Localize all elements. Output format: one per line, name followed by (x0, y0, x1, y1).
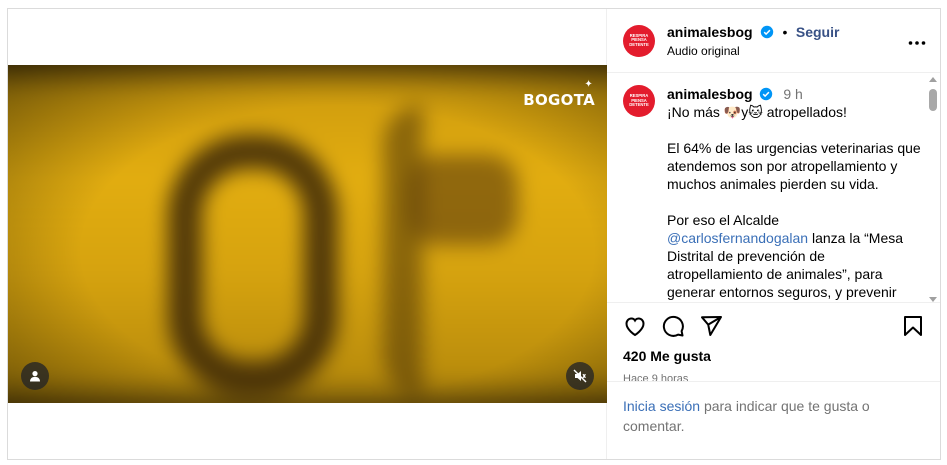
more-horizontal-icon[interactable] (908, 30, 926, 51)
verified-badge-icon (760, 25, 774, 38)
caption-scrollbar[interactable] (928, 77, 938, 302)
scroll-up-arrow-icon[interactable] (929, 77, 937, 82)
follow-button[interactable]: Seguir (796, 24, 840, 40)
caption-time[interactable]: 9 h (783, 86, 802, 102)
scroll-down-arrow-icon[interactable] (929, 297, 937, 302)
muted-speaker-icon[interactable] (566, 362, 594, 390)
caption-avatar-text: RESPIRA PIENSA DETENTE (629, 93, 649, 108)
instagram-post: BOGOTA ✦ RESPIRA PIENSA DETENTE animalesb… (7, 8, 941, 460)
comment-icon[interactable] (661, 314, 685, 338)
media-panel: BOGOTA ✦ (8, 9, 607, 459)
likes-count[interactable]: 420 Me gusta (623, 348, 924, 364)
actions-bar: 420 Me gusta Hace 9 horas (607, 302, 940, 385)
separator-dot: • (782, 23, 788, 40)
bookmark-icon[interactable] (902, 314, 924, 338)
heart-icon[interactable] (623, 314, 647, 338)
login-prompt: Inicia sesión para indicar que te gusta … (607, 381, 940, 450)
bogota-watermark: BOGOTA ✦ (523, 79, 595, 109)
scroll-thumb[interactable] (929, 89, 937, 111)
user-icon[interactable] (21, 362, 49, 390)
caption-text: animalesbog 9 h ¡No más 🐶y🐱 atropellados… (667, 85, 924, 302)
video-player[interactable]: BOGOTA ✦ (8, 65, 607, 403)
avatar-text: RESPIRA PIENSA DETENTE (629, 32, 649, 47)
mention-link[interactable]: @carlosfernandogalan (667, 230, 808, 246)
caption-area: RESPIRA PIENSA DETENTE animalesbog 9 h ¡… (607, 73, 940, 302)
username[interactable]: animalesbog (667, 24, 753, 40)
caption-avatar[interactable]: RESPIRA PIENSA DETENTE (623, 85, 655, 117)
caption-paragraph-2: Por eso el Alcalde @carlosfernandogalan … (667, 211, 924, 302)
avatar[interactable]: RESPIRA PIENSA DETENTE (623, 24, 655, 57)
caption-verified-badge-icon (760, 87, 773, 101)
caption-username[interactable]: animalesbog (667, 86, 753, 102)
caption-paragraph-1: El 64% de las urgencias veterinarias que… (667, 140, 921, 192)
send-icon[interactable] (699, 314, 723, 338)
audio-link[interactable]: Audio original (667, 44, 908, 58)
caption-para2-prefix: Por eso el Alcalde (667, 212, 780, 228)
login-link[interactable]: Inicia sesión (623, 398, 700, 414)
post-header: RESPIRA PIENSA DETENTE animalesbog • Seg… (607, 9, 940, 73)
caption-line1: ¡No más 🐶y🐱 atropellados! (667, 104, 847, 120)
details-panel: RESPIRA PIENSA DETENTE animalesbog • Seg… (607, 9, 940, 459)
